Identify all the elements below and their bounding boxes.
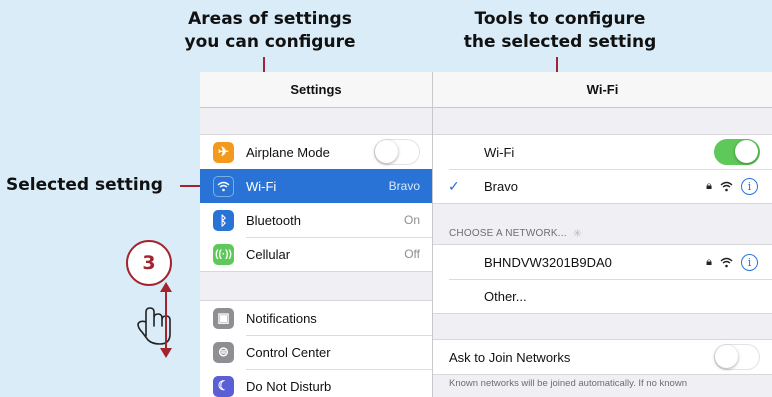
control-center-icon: ⊜ xyxy=(213,341,234,363)
checkmark-icon: ✓ xyxy=(448,177,460,194)
ask-to-join-toggle[interactable] xyxy=(714,344,760,370)
ipad-settings-screen: Settings ✈ Airplane Mode Wi-Fi Bravo ᛒ B… xyxy=(200,72,772,397)
settings-group-connectivity: ✈ Airplane Mode Wi-Fi Bravo ᛒ Bluetooth … xyxy=(200,134,432,272)
section-header-label: CHOOSE A NETWORK... xyxy=(449,228,567,239)
network-row[interactable]: BHNDVW3201B9DA0 🔒︎ i xyxy=(433,245,772,279)
other-network-row[interactable]: Other... xyxy=(433,279,772,313)
available-networks-group: BHNDVW3201B9DA0 🔒︎ i Other... xyxy=(433,244,772,314)
connected-network-name: Bravo xyxy=(484,178,518,194)
wifi-label: Wi-Fi xyxy=(484,144,515,160)
callout-areas-line1: Areas of settings xyxy=(188,9,352,29)
wifi-signal-icon xyxy=(720,257,733,267)
network-name: BHNDVW3201B9DA0 xyxy=(484,254,612,270)
lock-icon: 🔒︎ xyxy=(706,179,712,192)
callout-areas-line2: you can configure xyxy=(184,32,356,52)
settings-item-cellular[interactable]: ((·)) Cellular Off xyxy=(200,237,432,271)
bluetooth-icon: ᛒ xyxy=(213,209,234,231)
other-network-label: Other... xyxy=(484,288,527,304)
settings-item-airplane-mode[interactable]: ✈ Airplane Mode xyxy=(200,135,432,169)
ask-to-join-row: Ask to Join Networks xyxy=(433,340,772,374)
wifi-navbar-title: Wi-Fi xyxy=(433,72,772,108)
wifi-toggle[interactable] xyxy=(714,139,760,165)
settings-item-label: Airplane Mode xyxy=(246,144,330,160)
network-status-icons: 🔒︎ i xyxy=(706,253,758,271)
settings-item-label: Control Center xyxy=(246,344,331,360)
callout-selected-setting: Selected setting xyxy=(6,175,163,195)
info-icon[interactable]: i xyxy=(741,253,758,271)
settings-group-system: ▣ Notifications ⊜ Control Center ☾ Do No… xyxy=(200,300,432,397)
settings-sidebar: Settings ✈ Airplane Mode Wi-Fi Bravo ᛒ B… xyxy=(200,72,433,397)
airplane-icon: ✈ xyxy=(213,141,234,163)
lock-icon: 🔒︎ xyxy=(706,255,712,268)
settings-item-bluetooth[interactable]: ᛒ Bluetooth On xyxy=(200,203,432,237)
wifi-network-detail: Bravo xyxy=(388,179,420,193)
settings-item-label: Bluetooth xyxy=(246,212,301,228)
settings-item-control-center[interactable]: ⊜ Control Center xyxy=(200,335,432,369)
ask-to-join-footer: Known networks will be joined automatica… xyxy=(449,378,687,389)
moon-icon: ☾ xyxy=(213,375,234,397)
settings-navbar-title: Settings xyxy=(200,72,432,108)
connected-network-row[interactable]: ✓ Bravo 🔒︎ i xyxy=(433,169,772,203)
callout-tools-line2: the selected setting xyxy=(463,32,657,52)
settings-item-label: Wi-Fi xyxy=(246,178,277,194)
wifi-icon xyxy=(213,175,234,197)
cellular-status-detail: Off xyxy=(404,247,420,261)
spinner-icon: ✳ xyxy=(572,228,583,240)
network-status-icons: 🔒︎ i xyxy=(706,177,758,195)
bluetooth-status-detail: On xyxy=(403,213,420,227)
ask-to-join-group: Ask to Join Networks xyxy=(433,339,772,375)
wifi-group-status: Wi-Fi ✓ Bravo 🔒︎ i xyxy=(433,134,772,204)
settings-item-notifications[interactable]: ▣ Notifications xyxy=(200,301,432,335)
callout-areas-of-settings: Areas of settings you can configure xyxy=(150,8,390,54)
info-icon[interactable]: i xyxy=(741,177,758,195)
cellular-icon: ((·)) xyxy=(213,243,234,265)
wifi-detail-panel: Wi-Fi Wi-Fi ✓ Bravo 🔒︎ i CHOOSE A NETWOR… xyxy=(433,72,772,397)
notifications-icon: ▣ xyxy=(213,307,234,329)
wifi-signal-icon xyxy=(720,181,733,191)
settings-item-do-not-disturb[interactable]: ☾ Do Not Disturb xyxy=(200,369,432,397)
hand-swipe-icon xyxy=(137,282,172,358)
callout-tools-to-configure: Tools to configure the selected setting xyxy=(430,8,690,54)
choose-network-header: CHOOSE A NETWORK... ✳ xyxy=(449,227,582,240)
airplane-mode-toggle[interactable] xyxy=(374,139,420,165)
wifi-toggle-row: Wi-Fi xyxy=(433,135,772,169)
callout-tools-line1: Tools to configure xyxy=(474,9,646,29)
ask-to-join-label: Ask to Join Networks xyxy=(449,349,571,365)
settings-item-label: Notifications xyxy=(246,310,317,326)
settings-item-label: Cellular xyxy=(246,246,291,262)
settings-item-wifi[interactable]: Wi-Fi Bravo xyxy=(200,169,432,203)
settings-item-label: Do Not Disturb xyxy=(246,378,332,394)
